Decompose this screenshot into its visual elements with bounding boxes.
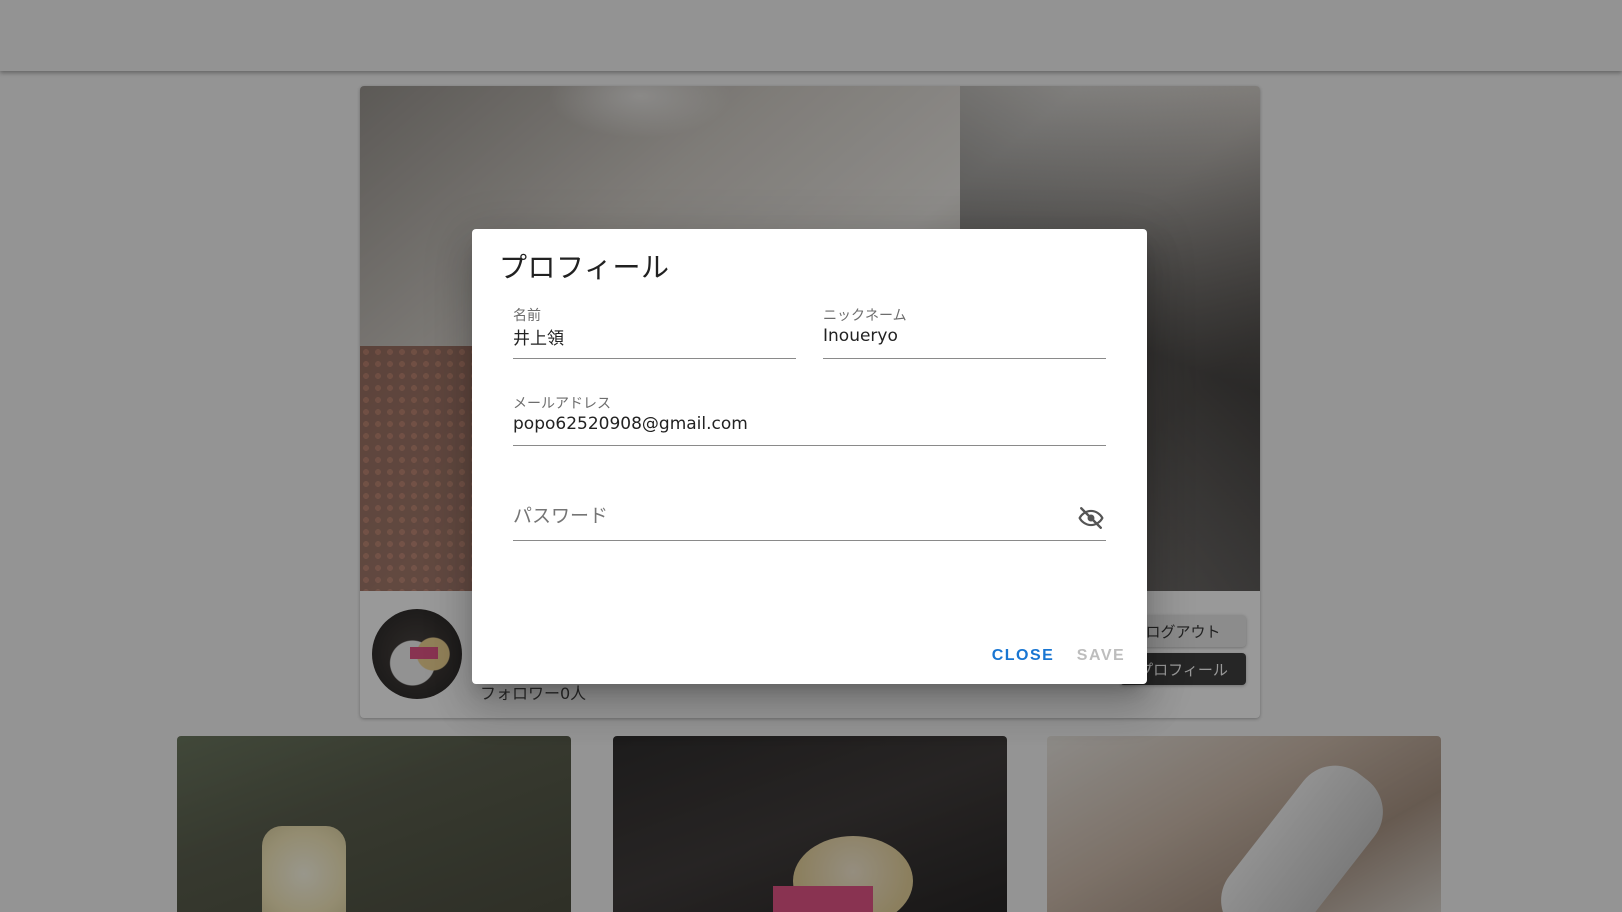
save-button[interactable]: SAVE — [1075, 644, 1127, 668]
nickname-input[interactable] — [823, 326, 1106, 346]
close-button[interactable]: CLOSE — [991, 644, 1055, 668]
password-field[interactable] — [513, 491, 1106, 541]
email-label: メールアドレス — [513, 396, 611, 412]
name-label: 名前 — [513, 308, 541, 324]
nickname-label: ニックネーム — [823, 308, 907, 324]
email-field[interactable]: メールアドレス — [513, 393, 1106, 446]
nickname-field[interactable]: ニックネーム — [823, 305, 1106, 359]
eye-off-icon[interactable] — [1078, 505, 1104, 531]
name-input[interactable] — [513, 326, 796, 346]
dialog-title: プロフィール — [499, 251, 670, 284]
password-input[interactable] — [513, 505, 1053, 527]
name-field[interactable]: 名前 — [513, 305, 796, 359]
email-input[interactable] — [513, 414, 1106, 434]
profile-dialog: プロフィール 名前 ニックネーム メールアドレス CLOSE SAVE — [472, 229, 1147, 684]
